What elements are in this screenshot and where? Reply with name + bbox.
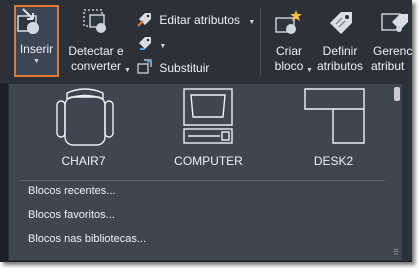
- insert-block-gallery: CHAIR7 COMPUTER DESK2 Blocos recentes...…: [8, 83, 403, 261]
- define-attributes-button[interactable]: Definir atributos: [314, 6, 366, 76]
- detect-label-line1: Detectar e: [68, 44, 124, 58]
- insert-block-icon: [16, 8, 46, 41]
- manage-label-line1: Gerenci: [373, 44, 412, 58]
- edit-attributes-label: Editar atributos: [159, 13, 241, 28]
- manage-label-line2: atribut: [371, 59, 405, 73]
- chair-icon: [56, 88, 114, 146]
- manage-attributes-icon: [378, 8, 408, 42]
- edit-attribute-icon: [137, 11, 153, 31]
- autocad-window: Inserir ▼ Detectar e converter ▼ Editar …: [0, 0, 412, 262]
- define-label-line1: Definir: [322, 44, 358, 58]
- ribbon-separator: [260, 8, 261, 76]
- detect-label-line2: converter: [70, 59, 122, 73]
- block-gallery-grid: CHAIR7 COMPUTER DESK2 Blocos recentes...…: [10, 85, 393, 257]
- computer-icon: [183, 88, 233, 144]
- gallery-tile-computer[interactable]: COMPUTER: [146, 85, 271, 173]
- chevron-down-icon: ▼: [248, 19, 256, 27]
- create-label-line1: Criar: [276, 44, 302, 58]
- detect-block-icon: [80, 8, 110, 42]
- menu-item-library-blocks[interactable]: Blocos nas bibliotecas...: [28, 230, 146, 248]
- insert-label: Inserir: [19, 42, 54, 56]
- gallery-tile-desk[interactable]: DESK2: [271, 85, 396, 173]
- block-name: CHAIR7: [61, 154, 106, 168]
- gallery-separator: [20, 180, 385, 181]
- ribbon-panel-block: Inserir ▼ Detectar e converter ▼ Editar …: [0, 0, 412, 83]
- manage-attributes-button[interactable]: Gerenci atribut: [368, 6, 412, 76]
- chevron-down-icon: ▼: [306, 67, 313, 74]
- define-label-line2: atributos: [316, 59, 364, 73]
- detect-convert-button[interactable]: Detectar e converter ▼: [63, 6, 131, 76]
- gallery-tile-chair[interactable]: CHAIR7: [21, 85, 146, 173]
- chevron-down-icon: ▼: [33, 58, 40, 65]
- chevron-down-icon: ▼: [124, 67, 131, 74]
- edit-attributes-button[interactable]: Editar atributos ▼: [137, 11, 257, 27]
- replace-block-icon: [137, 59, 153, 79]
- create-block-button[interactable]: Criar bloco ▼: [266, 6, 313, 76]
- chevron-down-icon: ▼: [159, 43, 167, 51]
- attribute-definition-icon: [326, 8, 356, 42]
- block-name: DESK2: [313, 154, 354, 168]
- desk-icon: [304, 88, 365, 144]
- attribute-tools-button[interactable]: ▼: [137, 35, 177, 51]
- menu-item-recent-blocks[interactable]: Blocos recentes...: [28, 182, 115, 200]
- ribbon-edge: [403, 83, 412, 261]
- attribute-tag-icon: [137, 35, 153, 55]
- menu-item-favorite-blocks[interactable]: Blocos favoritos...: [28, 206, 115, 224]
- insert-button[interactable]: Inserir ▼: [14, 5, 59, 77]
- block-name: COMPUTER: [174, 154, 243, 168]
- gallery-scrollbar[interactable]: [393, 85, 402, 257]
- substitute-button[interactable]: Substituir: [137, 59, 247, 75]
- resize-grip-icon[interactable]: ⠿: [393, 248, 399, 257]
- substitute-label: Substituir: [159, 61, 210, 76]
- scrollbar-thumb[interactable]: [394, 87, 400, 101]
- create-block-icon: [274, 8, 304, 42]
